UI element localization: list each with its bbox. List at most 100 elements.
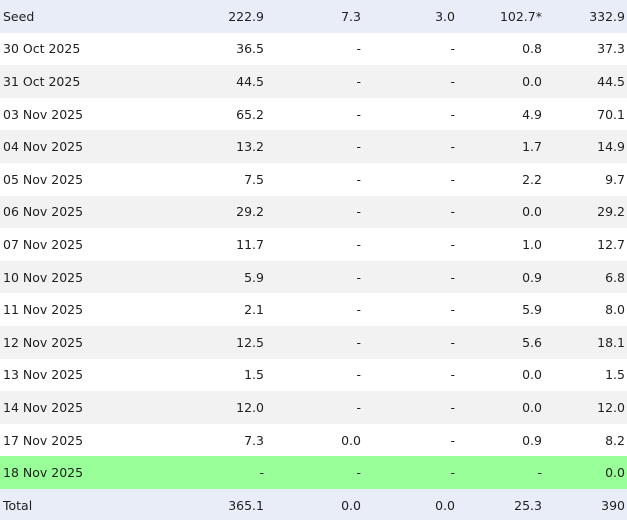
row-col-4: 0.9 <box>522 269 542 285</box>
row-col-4: 0.0 <box>522 399 542 415</box>
row-col-2: - <box>356 465 361 481</box>
row-col-3: - <box>450 106 455 122</box>
row-col-1: 11.7 <box>236 236 264 252</box>
row-col-1: 1.5 <box>244 367 264 383</box>
row-col-4: 5.9 <box>522 302 542 318</box>
table-row: 14 Nov 2025 12.0 - - 0.0 12.0 <box>0 391 627 424</box>
table-row: 10 Nov 2025 5.9 - - 0.9 6.8 <box>0 260 627 294</box>
row-col-4: 4.9 <box>522 106 542 122</box>
row-col-1: 12.5 <box>236 334 264 350</box>
table-row: 03 Nov 2025 65.2 - - 4.9 70.1 <box>0 97 627 131</box>
row-date: 03 Nov 2025 <box>3 106 84 122</box>
total-col-4: 25.3 <box>514 497 542 513</box>
row-col-5: 0.0 <box>605 465 625 481</box>
row-col-5: 18.1 <box>597 334 625 350</box>
row-col-4: 1.7 <box>522 139 542 155</box>
row-col-2: - <box>356 269 361 285</box>
row-date: 13 Nov 2025 <box>3 367 84 383</box>
row-date: 14 Nov 2025 <box>3 399 84 415</box>
row-col-4: 0.9 <box>522 432 542 448</box>
total-row: Total 365.1 0.0 0.0 25.3 390 <box>0 488 627 520</box>
row-date: 06 Nov 2025 <box>3 204 84 220</box>
table-row: 13 Nov 2025 1.5 - - 0.0 1.5 <box>0 358 627 392</box>
row-col-3: - <box>450 399 455 415</box>
row-col-5: 29.2 <box>597 204 625 220</box>
row-col-2: - <box>356 106 361 122</box>
total-col-1: 365.1 <box>228 497 264 513</box>
row-col-5: 8.2 <box>605 432 625 448</box>
row-col-1: 36.5 <box>236 41 264 57</box>
total-label: Total <box>3 497 33 513</box>
row-date: 17 Nov 2025 <box>3 432 84 448</box>
row-col-5: 70.1 <box>597 106 625 122</box>
row-col-3: - <box>450 465 455 481</box>
table-row: 07 Nov 2025 11.7 - - 1.0 12.7 <box>0 228 627 261</box>
row-col-3: - <box>450 171 455 187</box>
seed-col-1: 222.9 <box>228 8 264 24</box>
row-col-3: - <box>450 41 455 57</box>
row-col-1: 7.5 <box>244 171 264 187</box>
row-col-5: 14.9 <box>597 139 625 155</box>
row-date: 18 Nov 2025 <box>3 465 84 481</box>
row-col-1: 12.0 <box>236 399 264 415</box>
row-col-3: - <box>450 367 455 383</box>
seed-col-4: 102.7* <box>499 8 542 24</box>
row-col-3: - <box>450 236 455 252</box>
row-col-4: 1.0 <box>522 236 542 252</box>
row-col-3: - <box>450 302 455 318</box>
row-col-1: 7.3 <box>244 432 264 448</box>
seed-col-2: 7.3 <box>341 8 361 24</box>
total-col-2: 0.0 <box>341 497 361 513</box>
row-col-4: 0.0 <box>522 73 542 89</box>
seed-col-3: 3.0 <box>435 8 455 24</box>
row-col-2: - <box>356 41 361 57</box>
table-row: 30 Oct 2025 36.5 - - 0.8 37.3 <box>0 32 627 66</box>
row-col-2: - <box>356 73 361 89</box>
row-col-1: - <box>259 465 264 481</box>
row-col-5: 44.5 <box>597 73 625 89</box>
row-col-3: - <box>450 269 455 285</box>
row-col-5: 1.5 <box>605 367 625 383</box>
row-col-3: - <box>450 334 455 350</box>
row-col-4: 0.0 <box>522 204 542 220</box>
row-col-2: - <box>356 399 361 415</box>
table-row: 17 Nov 2025 7.3 0.0 - 0.9 8.2 <box>0 423 627 457</box>
seed-row: Seed 222.9 7.3 3.0 102.7* 332.9 <box>0 0 627 33</box>
row-col-1: 29.2 <box>236 204 264 220</box>
row-date: 07 Nov 2025 <box>3 236 84 252</box>
table-row: 12 Nov 2025 12.5 - - 5.6 18.1 <box>0 325 627 359</box>
table-row-highlighted: 18 Nov 2025 - - - - 0.0 <box>0 456 627 489</box>
row-date: 31 Oct 2025 <box>3 73 81 89</box>
row-col-2: - <box>356 204 361 220</box>
row-col-1: 5.9 <box>244 269 264 285</box>
data-table: Seed 222.9 7.3 3.0 102.7* 332.9 30 Oct 2… <box>0 0 627 520</box>
row-col-4: 5.6 <box>522 334 542 350</box>
row-col-2: - <box>356 334 361 350</box>
row-col-5: 6.8 <box>605 269 625 285</box>
row-col-5: 12.7 <box>597 236 625 252</box>
row-date: 12 Nov 2025 <box>3 334 84 350</box>
table-row: 11 Nov 2025 2.1 - - 5.9 8.0 <box>0 293 627 326</box>
row-col-2: 0.0 <box>341 432 361 448</box>
row-col-4: 0.0 <box>522 367 542 383</box>
row-date: 30 Oct 2025 <box>3 41 81 57</box>
row-col-2: - <box>356 302 361 318</box>
table-body: Seed 222.9 7.3 3.0 102.7* 332.9 30 Oct 2… <box>0 0 627 520</box>
row-col-3: - <box>450 204 455 220</box>
row-col-2: - <box>356 139 361 155</box>
row-col-2: - <box>356 171 361 187</box>
row-col-4: 0.8 <box>522 41 542 57</box>
row-date: 05 Nov 2025 <box>3 171 84 187</box>
table-row: 31 Oct 2025 44.5 - - 0.0 44.5 <box>0 65 627 98</box>
row-date: 11 Nov 2025 <box>3 302 84 318</box>
total-col-3: 0.0 <box>435 497 455 513</box>
table-row: 06 Nov 2025 29.2 - - 0.0 29.2 <box>0 195 627 229</box>
seed-col-5: 332.9 <box>589 8 625 24</box>
row-col-5: 37.3 <box>597 41 625 57</box>
row-col-1: 65.2 <box>236 106 264 122</box>
row-col-1: 2.1 <box>244 302 264 318</box>
row-col-4: 2.2 <box>522 171 542 187</box>
table-row: 05 Nov 2025 7.5 - - 2.2 9.7 <box>0 162 627 196</box>
row-col-2: - <box>356 236 361 252</box>
row-date: 04 Nov 2025 <box>3 139 84 155</box>
